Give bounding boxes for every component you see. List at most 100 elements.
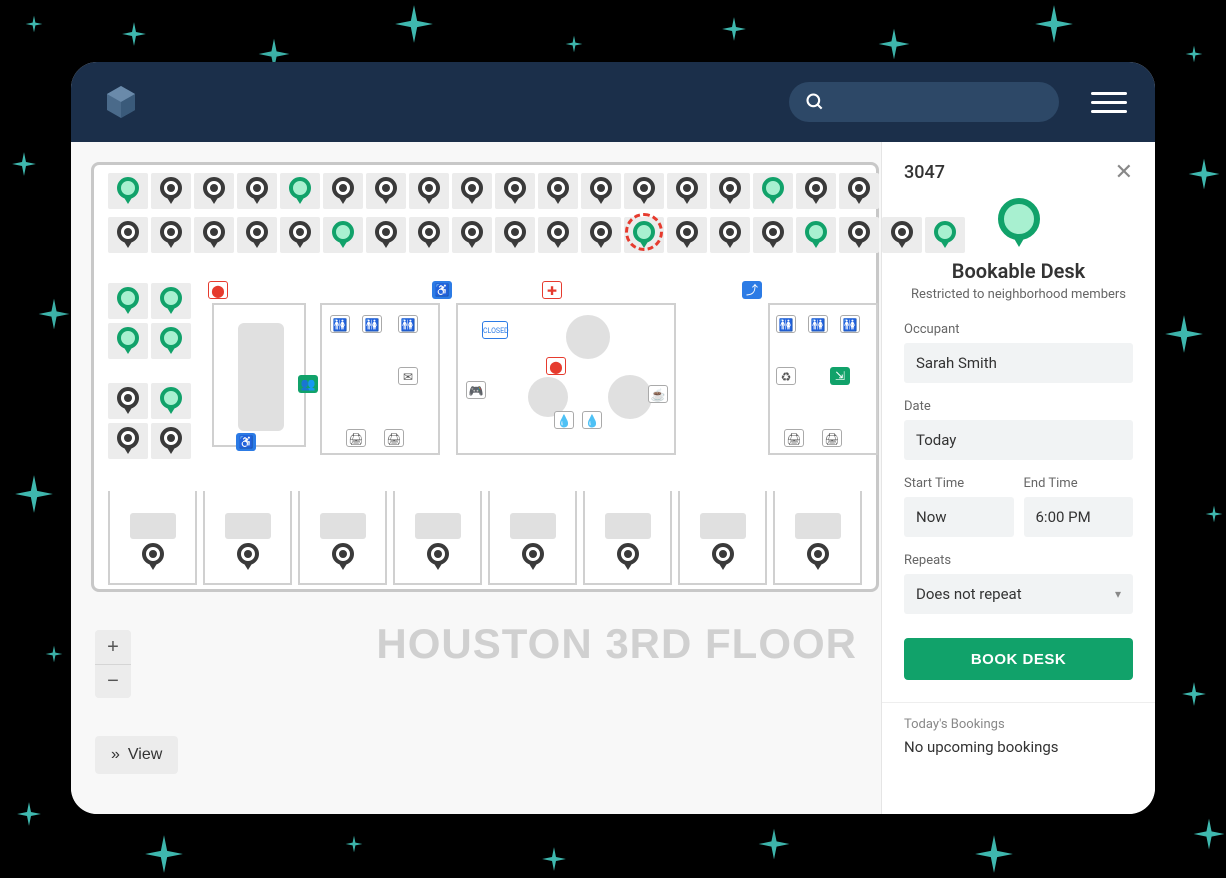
desk[interactable]: [753, 217, 793, 253]
desk[interactable]: [108, 423, 148, 459]
desk[interactable]: [151, 383, 191, 419]
desk-pin[interactable]: [416, 176, 442, 206]
desk[interactable]: [409, 173, 449, 209]
desk-pin[interactable]: [674, 176, 700, 206]
desk[interactable]: [925, 217, 965, 253]
desk[interactable]: [581, 173, 621, 209]
desk[interactable]: [237, 173, 277, 209]
private-office[interactable]: [108, 491, 197, 585]
desk-pin[interactable]: [803, 176, 829, 206]
desk-pin[interactable]: [115, 426, 141, 456]
desk-pin[interactable]: [158, 286, 184, 316]
desk-pin[interactable]: [803, 220, 829, 250]
private-office[interactable]: [203, 491, 292, 585]
private-office[interactable]: [488, 491, 577, 585]
desk[interactable]: [108, 383, 148, 419]
search-input[interactable]: [835, 94, 1043, 111]
desk[interactable]: [495, 217, 535, 253]
desk[interactable]: [624, 217, 664, 253]
desk-pin[interactable]: [115, 326, 141, 356]
desk-pin[interactable]: [631, 220, 657, 250]
desk[interactable]: [710, 217, 750, 253]
date-field[interactable]: Today: [904, 420, 1133, 460]
desk-pin[interactable]: [615, 542, 641, 572]
desk[interactable]: [323, 173, 363, 209]
desk[interactable]: [710, 173, 750, 209]
desk-pin[interactable]: [416, 220, 442, 250]
end-time-field[interactable]: 6:00 PM: [1024, 497, 1134, 537]
desk-pin[interactable]: [520, 542, 546, 572]
desk[interactable]: [624, 173, 664, 209]
desk-pin[interactable]: [373, 176, 399, 206]
desk[interactable]: [882, 217, 922, 253]
zoom-in-button[interactable]: +: [95, 630, 131, 664]
zoom-out-button[interactable]: −: [95, 664, 131, 698]
desk[interactable]: [796, 173, 836, 209]
desk[interactable]: [280, 217, 320, 253]
desk-pin[interactable]: [244, 220, 270, 250]
desk-pin[interactable]: [545, 220, 571, 250]
logo-icon[interactable]: [99, 80, 143, 124]
desk[interactable]: [452, 217, 492, 253]
desk-pin[interactable]: [717, 220, 743, 250]
desk-pin[interactable]: [502, 176, 528, 206]
desk[interactable]: [581, 217, 621, 253]
desk[interactable]: [667, 173, 707, 209]
desk[interactable]: [280, 173, 320, 209]
desk[interactable]: [151, 173, 191, 209]
desk-pin[interactable]: [158, 386, 184, 416]
desk-pin[interactable]: [287, 220, 313, 250]
desk[interactable]: [538, 217, 578, 253]
start-time-field[interactable]: Now: [904, 497, 1014, 537]
desk[interactable]: [194, 173, 234, 209]
desk-pin[interactable]: [846, 220, 872, 250]
desk-pin[interactable]: [201, 176, 227, 206]
desk-pin[interactable]: [760, 220, 786, 250]
private-office[interactable]: [678, 491, 767, 585]
book-desk-button[interactable]: BOOK DESK: [904, 638, 1133, 680]
desk-pin[interactable]: [158, 220, 184, 250]
desk-pin[interactable]: [674, 220, 700, 250]
desk-pin[interactable]: [425, 542, 451, 572]
desk-pin[interactable]: [373, 220, 399, 250]
desk-pin[interactable]: [631, 176, 657, 206]
desk-pin[interactable]: [710, 542, 736, 572]
desk[interactable]: [151, 323, 191, 359]
desk-pin[interactable]: [760, 176, 786, 206]
desk[interactable]: [151, 423, 191, 459]
desk-pin[interactable]: [201, 220, 227, 250]
private-office[interactable]: [773, 491, 862, 585]
desk[interactable]: [366, 173, 406, 209]
desk-pin[interactable]: [330, 542, 356, 572]
private-office[interactable]: [298, 491, 387, 585]
desk-pin[interactable]: [459, 220, 485, 250]
desk-pin[interactable]: [158, 176, 184, 206]
desk-pin[interactable]: [244, 176, 270, 206]
desk[interactable]: [194, 217, 234, 253]
desk-pin[interactable]: [115, 286, 141, 316]
desk-pin[interactable]: [115, 220, 141, 250]
desk-pin[interactable]: [140, 542, 166, 572]
desk[interactable]: [108, 283, 148, 319]
desk[interactable]: [151, 283, 191, 319]
desk[interactable]: [151, 217, 191, 253]
desk[interactable]: [323, 217, 363, 253]
desk-pin[interactable]: [545, 176, 571, 206]
view-button[interactable]: » View: [95, 736, 178, 774]
desk[interactable]: [495, 173, 535, 209]
menu-button[interactable]: [1091, 84, 1127, 120]
desk-pin[interactable]: [330, 220, 356, 250]
desk[interactable]: [108, 323, 148, 359]
private-office[interactable]: [393, 491, 482, 585]
desk-pin[interactable]: [287, 176, 313, 206]
desk[interactable]: [409, 217, 449, 253]
desk[interactable]: [452, 173, 492, 209]
desk[interactable]: [796, 217, 836, 253]
desk[interactable]: [108, 217, 148, 253]
floor-map[interactable]: 🚻 🚻 🚻 ✉ CLOSED ⬤ 🎮 ☕ 🚻: [71, 142, 881, 814]
desk-pin[interactable]: [115, 386, 141, 416]
desk-pin[interactable]: [805, 542, 831, 572]
desk-pin[interactable]: [588, 176, 614, 206]
desk-pin[interactable]: [846, 176, 872, 206]
desk-pin[interactable]: [889, 220, 915, 250]
